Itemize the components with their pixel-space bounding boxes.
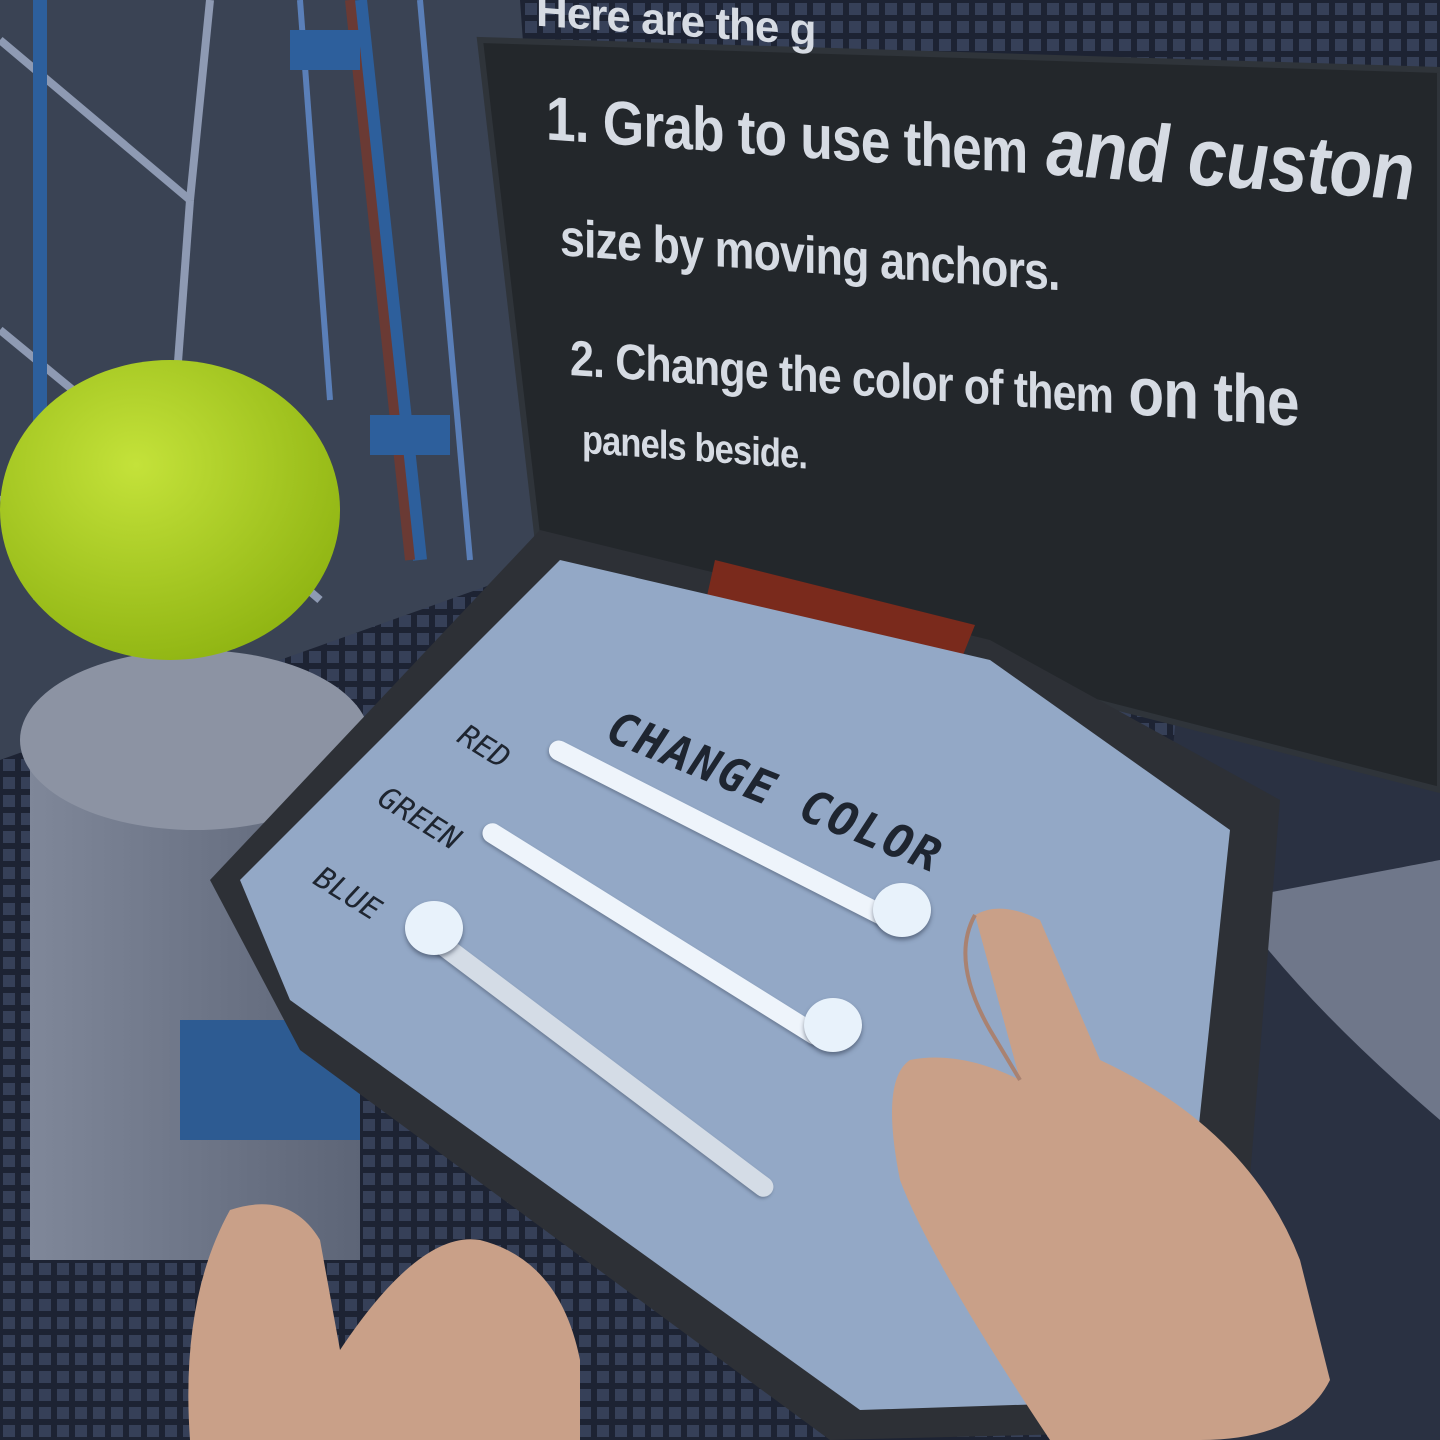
- sign-line-2: size by moving anchors.: [560, 209, 1060, 303]
- sign-line-3b: on the: [1113, 351, 1299, 441]
- slider-thumb-red[interactable]: [873, 883, 931, 937]
- sign-line-1a: 1. Grab to use them: [546, 84, 1028, 187]
- sign-line-0: Here are the g: [536, 0, 816, 56]
- slider-thumb-blue[interactable]: [405, 901, 463, 955]
- sign-line-3: 2. Change the color of them on the: [570, 313, 1299, 442]
- sign-line-1: 1. Grab to use them and custon: [546, 65, 1414, 220]
- instruction-sign: Here are the g 1. Grab to use them and c…: [470, 0, 1440, 797]
- slider-thumb-green[interactable]: [804, 998, 862, 1052]
- vr-scene: Here are the g 1. Grab to use them and c…: [0, 0, 1440, 1440]
- sign-line-3a: 2. Change the color of them: [570, 329, 1114, 424]
- ball-object: [0, 360, 340, 660]
- sign-line-1b: and custon: [1027, 99, 1414, 218]
- sign-line-4: panels beside.: [582, 417, 808, 478]
